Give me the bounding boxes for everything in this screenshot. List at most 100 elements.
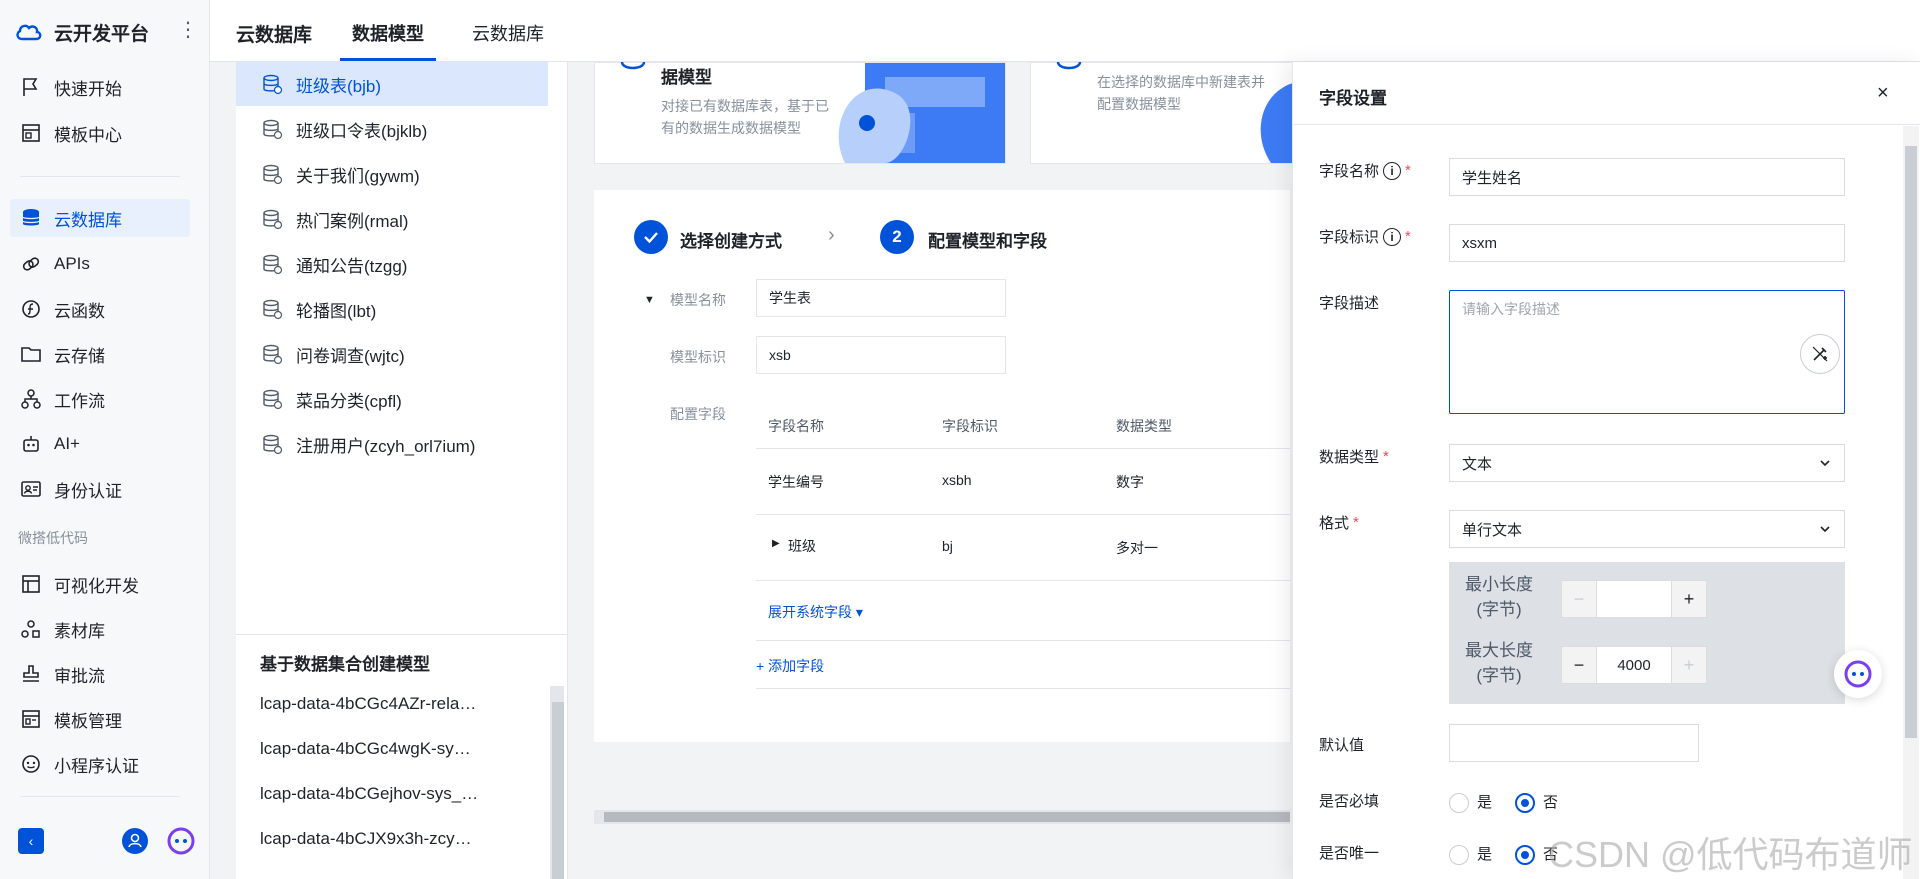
unique-yes-radio[interactable] — [1449, 845, 1469, 865]
model-item[interactable]: 关于我们(gywm) — [236, 152, 548, 196]
increment-button[interactable]: + — [1671, 580, 1707, 618]
nav-divider — [20, 796, 180, 797]
tab-data-model[interactable]: 数据模型 — [352, 20, 424, 46]
model-database-icon — [263, 389, 283, 410]
default-value-input[interactable] — [1449, 724, 1699, 762]
model-item[interactable]: 热门案例(rmal) — [236, 197, 548, 241]
cloud-logo-icon — [16, 24, 42, 41]
model-item[interactable]: 菜品分类(cpfl) — [236, 377, 548, 421]
max-length-stepper[interactable]: − 4000 + — [1561, 646, 1707, 684]
nav-item-apis[interactable]: APIs — [10, 245, 190, 283]
nav-item-template-manage[interactable]: 模板管理 — [10, 700, 190, 738]
more-icon[interactable]: ⋮ — [178, 20, 198, 40]
collection-item[interactable]: lcap-data-4bCJX9x3h-zcy… — [260, 829, 500, 849]
format-select[interactable]: 单行文本 — [1449, 510, 1845, 548]
model-item[interactable]: 通知公告(tzgg) — [236, 242, 548, 286]
info-icon[interactable]: i — [1383, 161, 1402, 180]
close-icon[interactable]: × — [1877, 82, 1889, 105]
nav-item-ai[interactable]: AI+ — [10, 425, 190, 463]
nav-item-assets[interactable]: 素材库 — [10, 610, 190, 648]
nav-item-template-center[interactable]: 模板中心 — [10, 114, 190, 152]
nav-item-quickstart[interactable]: 快速开始 — [10, 68, 190, 106]
nav-item-visual-dev[interactable]: 可视化开发 — [10, 565, 190, 603]
nav-label: 云数据库 — [54, 210, 122, 230]
unique-no-radio[interactable] — [1515, 845, 1535, 865]
required-no-radio[interactable] — [1515, 793, 1535, 813]
card-radio-icon — [620, 62, 646, 70]
table-cell: xsbh — [942, 472, 972, 488]
table-divider — [756, 640, 1290, 641]
decrement-button[interactable]: − — [1561, 646, 1597, 684]
model-name-input[interactable]: 学生表 — [756, 279, 1006, 317]
field-desc-textarea[interactable]: 请输入字段描述 — [1449, 290, 1845, 414]
drawer-divider — [1293, 124, 1920, 125]
brand[interactable]: 云开发平台 — [14, 16, 149, 48]
nav-item-cloud-storage[interactable]: 云存储 — [10, 335, 190, 373]
collection-item[interactable]: lcap-data-4bCGc4wgK-sy… — [260, 739, 500, 759]
max-length-value[interactable]: 4000 — [1597, 646, 1671, 684]
step-2-number: 2 — [880, 220, 914, 254]
top-header: 云数据库 数据模型 云数据库 — [210, 0, 1920, 62]
expand-system-fields-link[interactable]: 展开系统字段 ▾ — [768, 602, 863, 622]
nav-item-cloud-function[interactable]: 云函数 — [10, 290, 190, 328]
drawer-scrollbar-thumb[interactable] — [1905, 146, 1917, 738]
existing-table-card[interactable]: 据模型 对接已有数据库表，基于已 有的数据生成数据模型 — [594, 62, 1006, 164]
info-icon[interactable]: i — [1383, 227, 1402, 246]
user-avatar-icon[interactable] — [122, 828, 148, 854]
template-icon — [22, 124, 40, 142]
nav-item-cloud-database[interactable]: 云数据库 — [10, 199, 190, 237]
model-label: 关于我们(gywm) — [296, 166, 420, 186]
field-name-input[interactable]: 学生姓名 — [1449, 158, 1845, 196]
min-length-stepper[interactable]: − + — [1561, 580, 1707, 618]
horizontal-scrollbar-thumb[interactable] — [604, 812, 1290, 822]
id-card-icon — [21, 481, 41, 497]
card-title: 据模型 — [661, 68, 712, 87]
data-type-select[interactable]: 文本 — [1449, 444, 1845, 482]
model-item[interactable]: 班级表(bjb) — [236, 62, 548, 106]
collapse-nav-button[interactable]: ‹ — [18, 828, 44, 854]
increment-button[interactable]: + — [1671, 646, 1707, 684]
collection-scrollbar-thumb[interactable] — [552, 702, 564, 879]
length-settings-box: 最小长度(字节) − + 最大长度(字节) − 4000 + — [1449, 562, 1845, 704]
field-id-label: 字段标识 i * — [1319, 227, 1411, 246]
model-list-panel: 班级表(bjb) 班级口令表(bjklb) 关于我们(gywm) 热门案例(rm… — [236, 62, 568, 879]
field-name-label: 字段名称 i * — [1319, 161, 1411, 180]
expand-row-icon[interactable]: ▶ — [772, 538, 780, 549]
model-item[interactable]: 轮播图(lbt) — [236, 287, 548, 331]
collection-item[interactable]: lcap-data-4bCGc4AZr-rela… — [260, 694, 500, 714]
nav-item-approval[interactable]: 审批流 — [10, 655, 190, 693]
nav-label: 快速开始 — [54, 79, 122, 99]
template-manage-icon — [22, 710, 40, 728]
flag-icon — [23, 78, 38, 96]
assistant-bot-icon[interactable] — [166, 826, 196, 856]
nav-item-miniapp-cert[interactable]: 小程序认证 — [10, 745, 190, 783]
new-table-card[interactable]: 在选择的数据库中新建表并 配置数据模型 — [1030, 62, 1293, 164]
nav-item-identity[interactable]: 身份认证 — [10, 470, 190, 508]
nav-label: 工作流 — [54, 391, 105, 411]
card-desc: 在选择的数据库中新建表并 配置数据模型 — [1097, 74, 1265, 112]
chevron-down-icon — [1820, 526, 1830, 533]
table-cell: 数字 — [1116, 474, 1144, 490]
model-label: 轮播图(lbt) — [296, 301, 377, 321]
nav-item-workflow[interactable]: 工作流 — [10, 380, 190, 418]
model-item[interactable]: 问卷调查(wjtc) — [236, 332, 548, 376]
unique-label: 是否唯一 — [1319, 845, 1380, 862]
collection-item[interactable]: lcap-data-4bCGejhov-sys_… — [260, 784, 500, 804]
model-id-input[interactable]: xsb — [756, 336, 1006, 374]
model-item[interactable]: 注册用户(zcyh_orl7ium) — [236, 422, 548, 466]
model-item[interactable]: 班级口令表(bjklb) — [236, 107, 548, 151]
layout-icon — [22, 575, 40, 593]
nav-label: APIs — [54, 254, 90, 273]
nav-label: 模板中心 — [54, 125, 122, 145]
radio-label: 是 — [1477, 794, 1493, 811]
field-id-input[interactable]: xsxm — [1449, 224, 1845, 262]
tab-cloud-database[interactable]: 云数据库 — [472, 20, 544, 46]
ai-generate-icon[interactable] — [1800, 334, 1840, 374]
nav-label: 云存储 — [54, 346, 105, 366]
decrement-button[interactable]: − — [1561, 580, 1597, 618]
add-field-link[interactable]: + 添加字段 — [756, 656, 824, 676]
required-yes-radio[interactable] — [1449, 793, 1469, 813]
collapse-triangle-icon[interactable]: ▼ — [644, 294, 655, 306]
assistant-bot-fab-icon[interactable] — [1834, 650, 1882, 698]
min-length-value[interactable] — [1597, 580, 1671, 618]
